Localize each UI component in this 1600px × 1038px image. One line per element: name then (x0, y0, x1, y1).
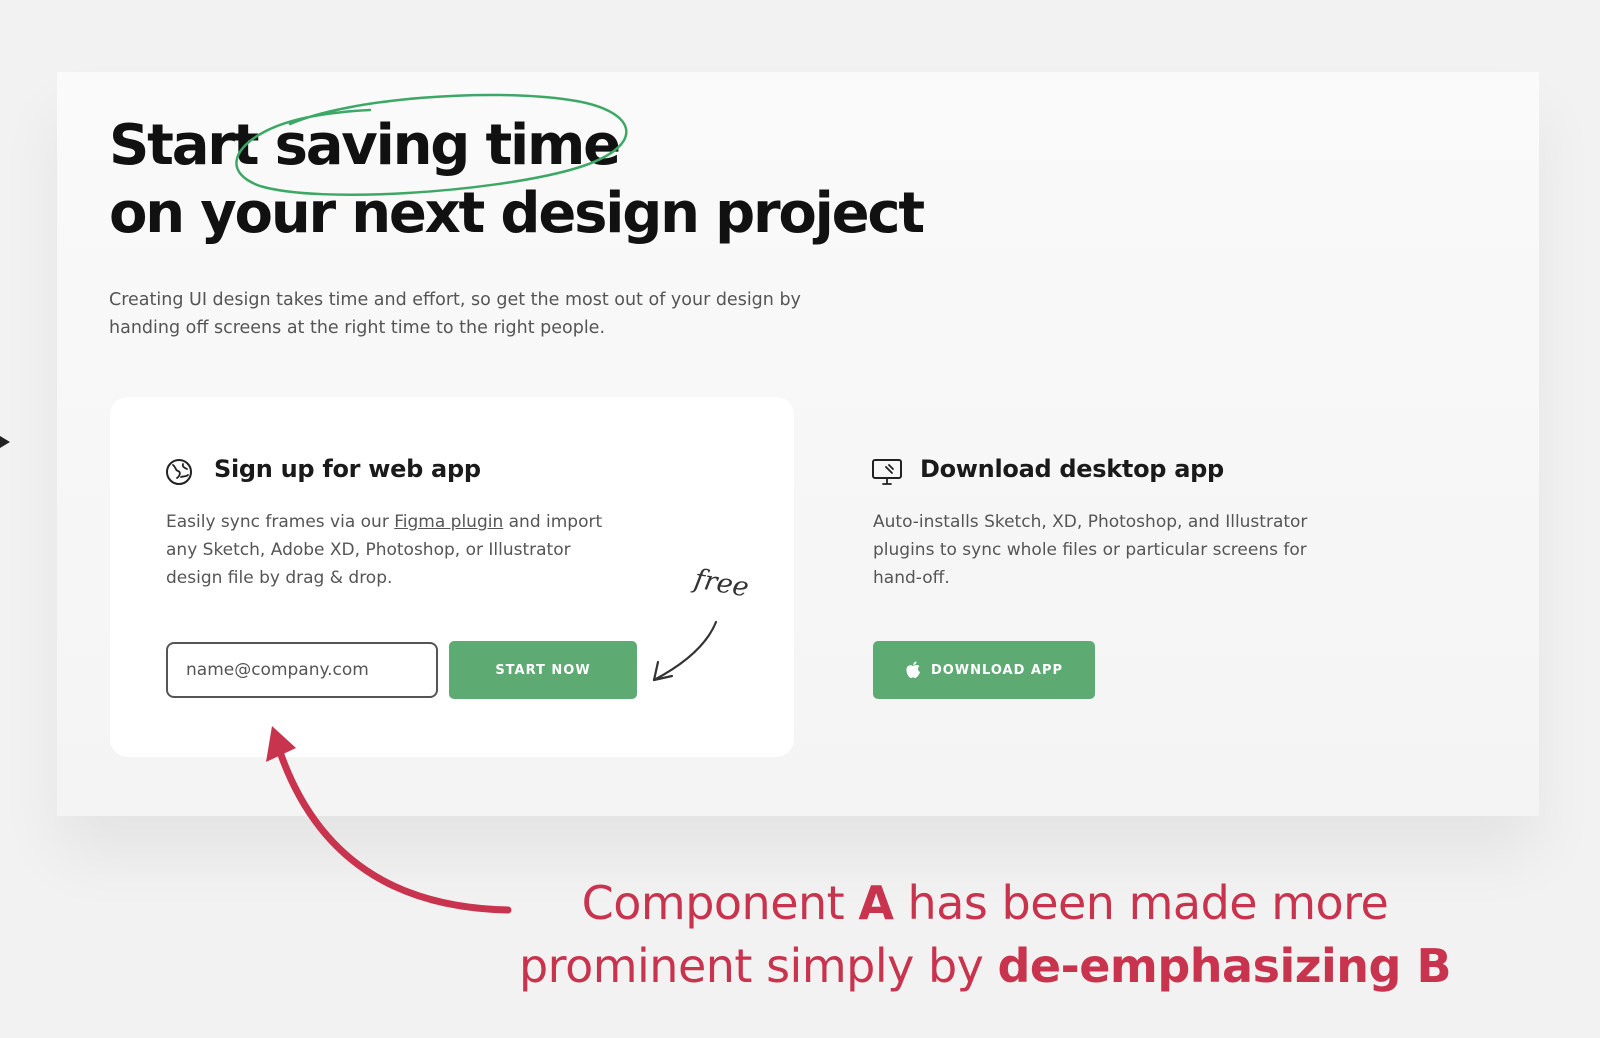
start-now-button[interactable]: START NOW (449, 641, 637, 699)
apple-icon (906, 661, 920, 678)
hero-subtitle: Creating UI design takes time and effort… (109, 290, 801, 338)
card-b-title: Download desktop app (920, 455, 1224, 483)
annotation-line1-c: has been made more (893, 876, 1389, 930)
download-app-button[interactable]: DOWNLOAD APP (873, 641, 1095, 699)
annotation-line2-b: de-emphasizing B (997, 939, 1452, 993)
card-b-description: Auto-installs Sketch, XD, Photoshop, and… (873, 512, 1308, 588)
headline-line-1: Start saving time (109, 113, 621, 178)
figma-plugin-link[interactable]: Figma plugin (394, 512, 503, 532)
card-a-desc-part-1: Easily sync frames via our (166, 512, 395, 532)
headline-line-2: on your next design project (109, 181, 925, 246)
email-field[interactable] (166, 642, 438, 698)
card-download-desktop-app: Download desktop app Auto-installs Sketc… (872, 397, 1432, 757)
globe-icon (166, 459, 192, 485)
card-sign-up-web-app: Sign up for web app Easily sync frames v… (110, 397, 794, 757)
card-a-description: Easily sync frames via our Figma plugin … (166, 508, 626, 592)
page-title: Start saving time on your next design pr… (109, 112, 925, 248)
annotation-line2-a: prominent simply by (518, 939, 998, 993)
annotation-line1-b: A (858, 876, 894, 930)
card-a-title: Sign up for web app (214, 455, 481, 483)
desktop-monitor-icon (872, 459, 902, 485)
annotation-line1-a: Component (581, 876, 859, 930)
cursor-arrow-icon (0, 436, 10, 448)
hand-drawn-arrow-icon (652, 620, 718, 682)
download-app-label: DOWNLOAD APP (930, 662, 1064, 678)
annotation-caption: Component A has been made more prominent… (470, 872, 1500, 998)
